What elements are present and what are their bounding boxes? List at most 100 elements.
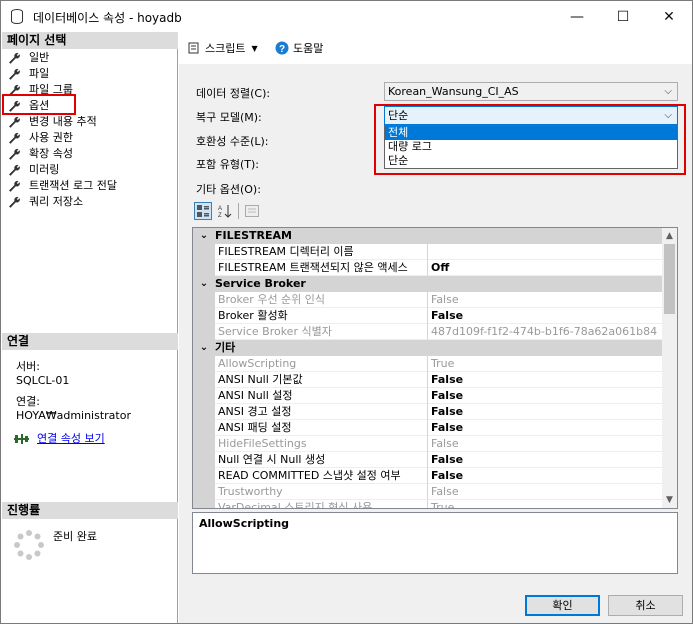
page-item-label: 변경 내용 추적 [29, 115, 97, 128]
page-item-label: 트랜잭션 로그 전달 [29, 179, 117, 192]
wrench-icon [8, 68, 21, 80]
wrench-icon [8, 180, 21, 192]
categorized-button[interactable] [194, 202, 212, 220]
property-row[interactable]: ANSI Null 기본값 False [193, 372, 663, 388]
scroll-down-icon[interactable]: ▼ [662, 492, 677, 508]
progress-spinner-icon [14, 530, 44, 560]
database-icon [11, 9, 23, 24]
close-button[interactable]: ✕ [646, 1, 692, 32]
help-button[interactable]: ? 도움말 [275, 40, 323, 56]
property-row[interactable]: VarDecimal 스토리지 형식 사용 True [193, 500, 663, 508]
property-name: Service Broker 식별자 [215, 324, 428, 340]
property-name: VarDecimal 스토리지 형식 사용 [215, 500, 428, 508]
page-item[interactable]: 일반 [8, 50, 117, 66]
toolbar: 스크립트 ▼ ? 도움말 [179, 32, 692, 64]
property-name: ANSI 패딩 설정 [215, 420, 428, 436]
progress-header: 진행률 [2, 502, 178, 519]
scroll-up-icon[interactable]: ▲ [662, 228, 677, 244]
alphabetical-button[interactable]: A Z [216, 202, 234, 220]
connection-value: HOYA₩administrator [16, 409, 131, 422]
row-gutter [193, 260, 215, 276]
vertical-scrollbar[interactable]: ▲ ▼ [662, 228, 677, 508]
recovery-model-label: 복구 모델(M): [196, 111, 262, 124]
server-label: 서버: [16, 360, 40, 373]
property-name: FILESTREAM 디렉터리 이름 [215, 244, 428, 260]
view-connection-link[interactable]: 연결 속성 보기 [37, 432, 105, 445]
property-value[interactable]: Off [428, 260, 663, 276]
property-row[interactable]: AllowScripting True [193, 356, 663, 372]
property-name: ANSI Null 설정 [215, 388, 428, 404]
page-item[interactable]: 미러링 [8, 162, 117, 178]
maximize-icon: ☐ [616, 8, 630, 25]
page-item[interactable]: 쿼리 저장소 [8, 194, 117, 210]
property-value[interactable]: False [428, 308, 663, 324]
row-gutter [193, 452, 215, 468]
property-row[interactable]: Service Broker 식별자 487d109f-f1f2-474b-b1f… [193, 324, 663, 340]
collapse-chevron-icon[interactable]: ⌄ [193, 228, 215, 244]
server-value: SQLCL-01 [16, 374, 70, 387]
page-item[interactable]: 트랜잭션 로그 전달 [8, 178, 117, 194]
svg-text:A: A [218, 206, 222, 212]
property-row[interactable]: ANSI 경고 설정 False [193, 404, 663, 420]
property-value[interactable]: False [428, 452, 663, 468]
property-row[interactable]: ANSI 패딩 설정 False [193, 420, 663, 436]
row-gutter [193, 484, 215, 500]
description-title: AllowScripting [199, 517, 290, 530]
script-button[interactable]: 스크립트 ▼ [188, 40, 258, 56]
page-item[interactable]: 변경 내용 추적 [8, 114, 117, 130]
property-value[interactable]: False [428, 468, 663, 484]
property-row[interactable]: Broker 우선 순위 인식 False [193, 292, 663, 308]
property-name: FILESTREAM 트랜잭션되지 않은 액세스 [215, 260, 428, 276]
collapse-chevron-icon[interactable]: ⌄ [193, 276, 215, 292]
scrollbar-thumb[interactable] [664, 244, 675, 314]
property-row[interactable]: FILESTREAM 디렉터리 이름 [193, 244, 663, 260]
property-value[interactable]: False [428, 404, 663, 420]
page-item[interactable]: 파일 [8, 66, 117, 82]
property-name: Broker 활성화 [215, 308, 428, 324]
property-row[interactable]: Null 연결 시 Null 생성 False [193, 452, 663, 468]
row-gutter [193, 500, 215, 508]
property-grid[interactable]: ⌄ FILESTREAM FILESTREAM 디렉터리 이름 FILESTREAM … [192, 227, 678, 509]
property-value[interactable] [428, 244, 663, 260]
row-gutter [193, 324, 215, 340]
property-row[interactable]: READ COMMITTED 스냅샷 설정 여부 False [193, 468, 663, 484]
page-item-label: 사용 권한 [29, 131, 73, 144]
maximize-button[interactable]: ☐ [600, 1, 646, 32]
property-description: AllowScripting [192, 512, 678, 574]
row-gutter [193, 356, 215, 372]
collation-label: 데이터 정렬(C): [196, 87, 271, 100]
property-value[interactable]: False [428, 388, 663, 404]
categorized-icon [197, 205, 209, 217]
property-row[interactable]: HideFileSettings False [193, 436, 663, 452]
toolbar-divider [238, 203, 239, 219]
property-pages-button[interactable] [243, 202, 261, 220]
chevron-down-icon: ⌵ [664, 86, 672, 97]
svg-text:Z: Z [218, 213, 222, 218]
cancel-button[interactable]: 취소 [608, 595, 683, 616]
view-connection-properties[interactable]: 연결 속성 보기 [14, 432, 105, 445]
ok-button[interactable]: 확인 [525, 595, 600, 616]
page-item[interactable]: 확장 속성 [8, 146, 117, 162]
category-row[interactable]: ⌄ FILESTREAM [193, 228, 663, 244]
category-row[interactable]: ⌄ Service Broker [193, 276, 663, 292]
minimize-button[interactable]: — [554, 1, 600, 32]
collapse-chevron-icon[interactable]: ⌄ [193, 340, 215, 356]
property-value[interactable]: False [428, 372, 663, 388]
property-row[interactable]: Broker 활성화 False [193, 308, 663, 324]
script-icon [188, 42, 199, 54]
dialog-button-bar: 확인 취소 [179, 587, 692, 623]
property-row[interactable]: FILESTREAM 트랜잭션되지 않은 액세스 Off [193, 260, 663, 276]
connection-icon [14, 433, 29, 444]
title-bar: 데이터베이스 속성 - hoyadb — ☐ ✕ [1, 1, 692, 32]
property-value[interactable]: False [428, 420, 663, 436]
property-value: False [428, 292, 663, 308]
collation-value: Korean_Wansung_CI_AS [388, 85, 519, 98]
row-gutter [193, 420, 215, 436]
collation-combo[interactable]: Korean_Wansung_CI_AS ⌵ [384, 82, 678, 101]
page-list: 일반 파일 파일 그룹 옵션 변경 내용 추적 사용 권한 확장 속성 미러링 트랜잭션 로그 … [8, 50, 117, 210]
page-item[interactable]: 사용 권한 [8, 130, 117, 146]
property-row[interactable]: ANSI Null 설정 False [193, 388, 663, 404]
chevron-down-icon: ▼ [251, 43, 258, 53]
category-row[interactable]: ⌄ 기타 [193, 340, 663, 356]
property-row[interactable]: Trustworthy False [193, 484, 663, 500]
